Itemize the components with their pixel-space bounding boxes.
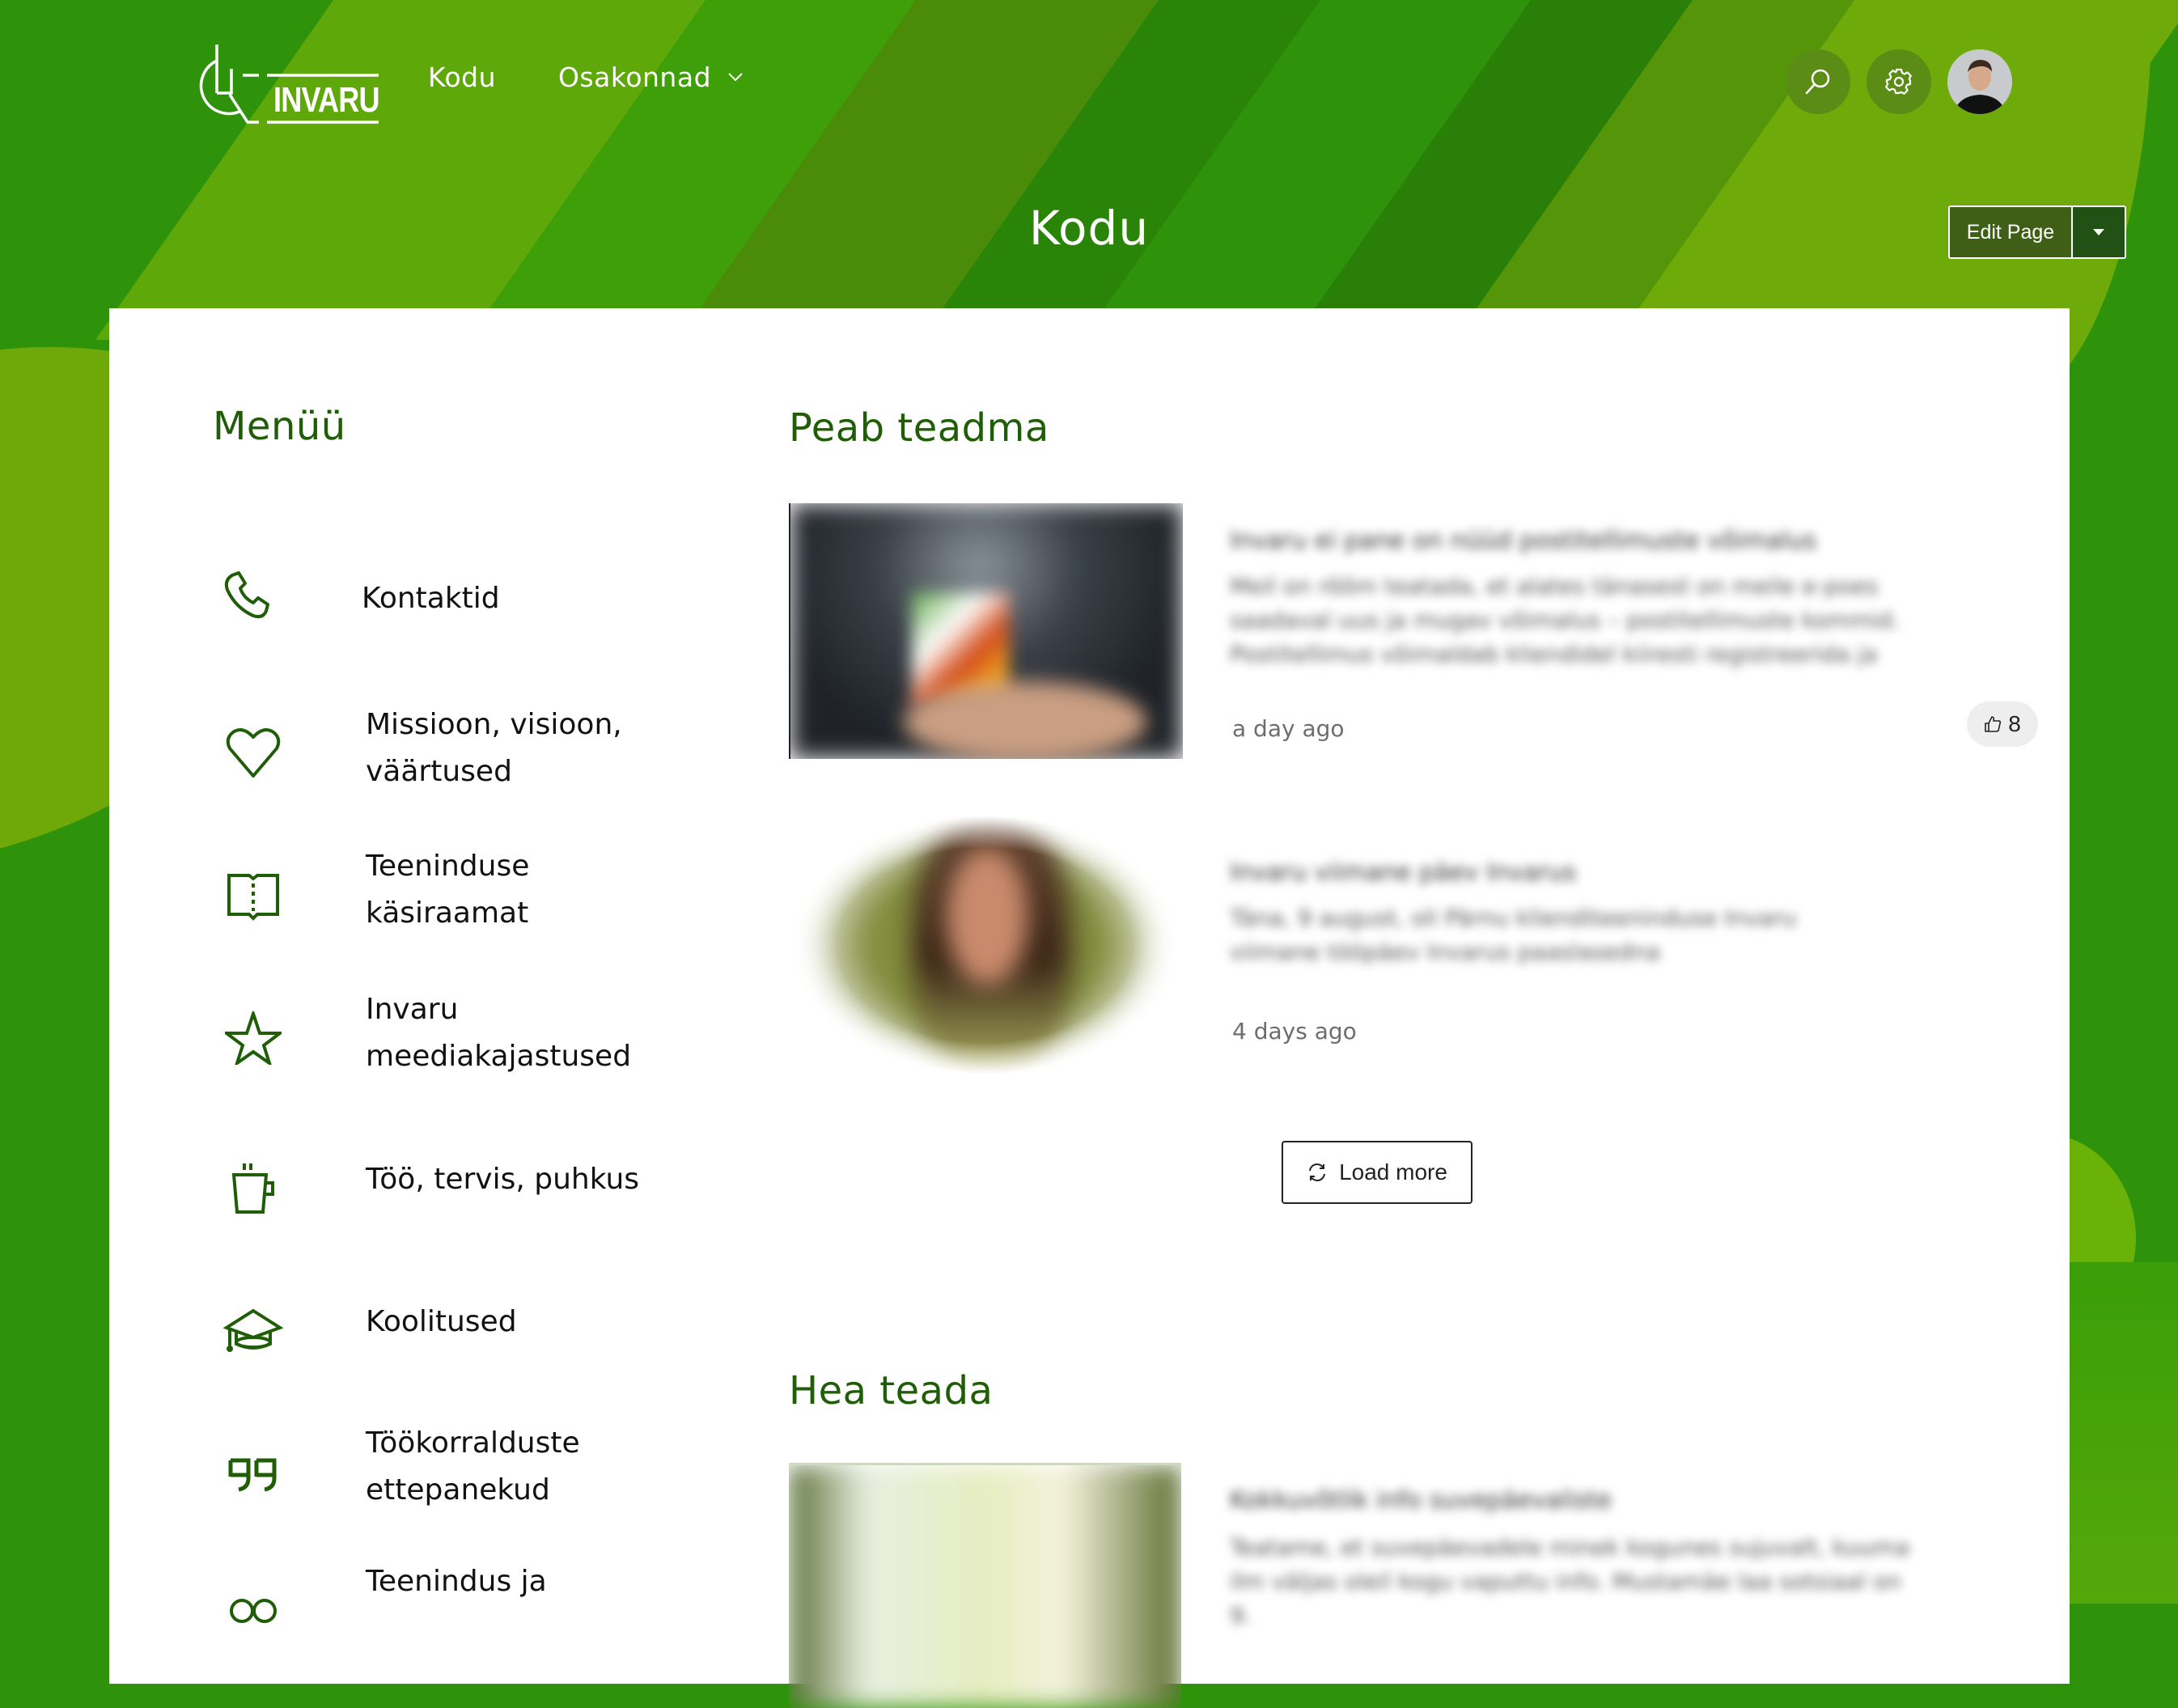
news-excerpt: Täna, 9 august, oli Pärnu klienditeenind… xyxy=(1230,905,1797,965)
top-navigation-bar: INVARU Kodu Osakonnad xyxy=(0,0,2178,162)
chevron-down-icon[interactable] xyxy=(727,68,744,86)
menu-item-label: Invaru meediakajastused xyxy=(366,993,632,1073)
good-to-know-heading: Hea teada xyxy=(789,1368,994,1413)
menu-item-label: Teeninduse käsiraamat xyxy=(366,850,530,930)
menu-item-ettepanekud[interactable]: Töökorralduste ettepanekud xyxy=(109,1415,676,1528)
thumbs-up-icon xyxy=(1985,716,2002,732)
user-avatar[interactable] xyxy=(1947,49,2012,114)
menu-item-label: Koolitused xyxy=(366,1305,517,1338)
news-title[interactable]: Invaru ei pane on nüüd postitellimuste v… xyxy=(1230,524,1816,558)
menu-item-kontaktid[interactable]: Kontaktid xyxy=(109,551,676,648)
must-know-heading: Peab teadma xyxy=(789,405,1049,451)
news-title[interactable]: Kokkuvõtlik info suvepäevaliste xyxy=(1230,1484,1612,1518)
search-button[interactable] xyxy=(1786,49,1850,114)
menu-item-kasiraamat[interactable]: Teeninduse käsiraamat xyxy=(109,838,676,951)
bg-gradient xyxy=(2070,1262,2178,1604)
menu-item-label: Missioon, visioon, väärtused xyxy=(366,708,622,788)
menu-heading: Menüü xyxy=(213,404,346,449)
star-icon xyxy=(221,1006,286,1070)
menu-item-meediakajastused[interactable]: Invaru meediakajastused xyxy=(109,981,676,1095)
nav-item-kodu[interactable]: Kodu xyxy=(428,61,496,93)
edit-page-button-group: Edit Page xyxy=(1948,206,2126,259)
news-timestamp: 4 days ago xyxy=(1232,1018,1357,1045)
menu-item-label: Kontaktid xyxy=(362,582,500,615)
book-icon xyxy=(221,864,286,929)
news-thumbnail[interactable] xyxy=(789,503,1183,759)
like-button[interactable]: 8 xyxy=(1967,701,2038,747)
menu-item-koolitused[interactable]: Koolitused xyxy=(109,1284,676,1381)
nav-item-osakonnad[interactable]: Osakonnad xyxy=(558,61,711,93)
edit-page-button[interactable]: Edit Page xyxy=(1950,207,2073,257)
page-title: Kodu xyxy=(1028,201,1150,256)
news-item[interactable]: Invaru viimane päev Invarus Täna, 9 augu… xyxy=(789,816,2035,1083)
invaru-logo[interactable]: INVARU xyxy=(193,45,380,125)
news-title[interactable]: Invaru viimane päev Invarus xyxy=(1230,856,1576,890)
news-excerpt: Meil on rõõm teatada, et alates tänasest… xyxy=(1230,573,1900,668)
news-timestamp: a day ago xyxy=(1232,715,1345,742)
logo-text: INVARU xyxy=(273,80,380,120)
gear-icon xyxy=(1885,68,1912,95)
phone-icon xyxy=(214,564,279,629)
people-icon xyxy=(221,1586,286,1651)
mug-icon xyxy=(221,1156,286,1221)
menu-item-label: Töö, tervis, puhkus xyxy=(366,1163,640,1196)
news-thumbnail[interactable] xyxy=(789,1463,1181,1708)
news-excerpt: Teatame, et suvepäevadele minek kogunes … xyxy=(1230,1534,1910,1629)
refresh-icon xyxy=(1309,1163,1326,1181)
heart-icon xyxy=(221,721,286,786)
menu-item-too-tervis-puhkus[interactable]: Töö, tervis, puhkus xyxy=(109,1142,676,1239)
load-more-label: Load more xyxy=(1339,1159,1447,1185)
main-content-card: Menüü Kontaktid Missioon, visioon, väärt… xyxy=(109,308,2070,1708)
search-icon xyxy=(1805,69,1830,95)
news-item[interactable]: Invaru ei pane on nüüd postitellimuste v… xyxy=(789,503,2038,762)
quote-icon xyxy=(221,1443,286,1507)
menu-item-teenindus[interactable]: Teenindus ja xyxy=(109,1558,676,1672)
like-count: 8 xyxy=(2008,711,2021,736)
menu-item-label: Teenindus ja xyxy=(366,1565,547,1598)
news-item[interactable]: Kokkuvõtlik info suvepäevaliste Teatame,… xyxy=(789,1463,2035,1708)
avatar-image xyxy=(1947,49,2012,114)
menu-item-label: Töökorralduste ettepanekud xyxy=(366,1426,580,1507)
settings-button[interactable] xyxy=(1867,49,1931,114)
load-more-button[interactable]: Load more xyxy=(1282,1141,1472,1204)
graduation-cap-icon xyxy=(221,1299,286,1363)
menu-item-missioon[interactable]: Missioon, visioon, väärtused xyxy=(109,697,676,810)
news-thumbnail[interactable] xyxy=(789,816,1181,1074)
edit-page-dropdown-toggle[interactable] xyxy=(2073,207,2125,257)
caret-down-icon xyxy=(2093,229,2104,235)
